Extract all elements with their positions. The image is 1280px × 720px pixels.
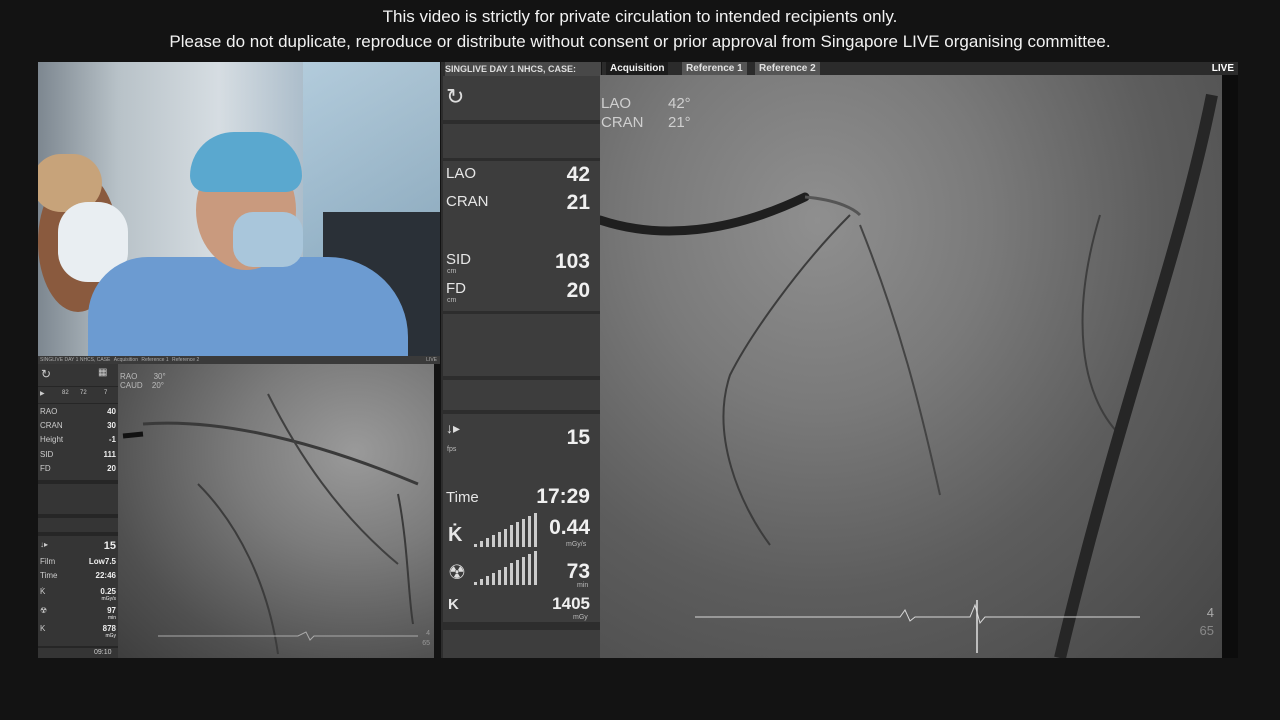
small-angiogram-vessels: [122, 393, 419, 655]
small-top-1: 82: [62, 390, 69, 396]
tab-reference-1[interactable]: Reference 1: [682, 62, 747, 75]
small-cran-value: 30: [107, 421, 116, 430]
small-angle-rao: RAO 30°: [120, 372, 166, 381]
lao-value: 42: [566, 163, 590, 186]
dose-rate-value: 0.44: [549, 516, 590, 539]
small-fluoro-icon: ☢: [40, 606, 48, 615]
dose-rate-label: K̇: [448, 524, 463, 546]
small-tab-reference-2[interactable]: Reference 2: [172, 357, 199, 363]
sid-label: SID: [446, 251, 472, 268]
main-frame-total: 65: [1199, 623, 1214, 638]
tab-acquisition[interactable]: Acquisition: [606, 62, 669, 75]
main-angiogram-view[interactable]: LAO 42° CRAN 21° 4 65: [600, 75, 1222, 658]
small-film-value: Low7.5: [88, 557, 116, 566]
fd-label: FD: [446, 280, 466, 297]
center-panel-title: SINGLIVE DAY 1 NHCS, CASE:: [445, 62, 601, 76]
small-dose-rate-value: 0.25: [100, 587, 116, 596]
small-clock: 09:10: [94, 649, 112, 656]
small-sid-value: 111: [103, 450, 116, 459]
tab-reference-2[interactable]: Reference 2: [755, 62, 820, 75]
main-frame-num: 4: [1206, 605, 1214, 620]
operator-camera-feed: [38, 62, 440, 356]
fps-icon: ↓▸: [446, 420, 461, 436]
small-fps-value: 15: [103, 540, 116, 552]
small-sid-label: SID: [40, 450, 54, 459]
time-value: 17:29: [536, 485, 590, 508]
fps-value: 15: [566, 426, 590, 449]
small-fluoro-unit: min: [107, 615, 116, 621]
refresh-icon: ↻: [41, 367, 52, 381]
fd-value: 20: [566, 279, 590, 302]
main-view-tabs: Acquisition Reference 1 Reference 2 LIVE: [602, 62, 1238, 75]
grid-icon: ▦: [98, 367, 108, 378]
small-frame-total: 65: [422, 640, 430, 647]
refresh-icon: ↻: [446, 84, 465, 109]
small-angle-caud-value: 20°: [151, 381, 165, 390]
small-top-2: 72: [80, 390, 87, 396]
small-tab-acquisition[interactable]: Acquisition: [114, 357, 138, 363]
lao-label: LAO: [446, 165, 477, 182]
small-fps-icon: ↓▸: [40, 540, 49, 549]
small-height-value: -1: [108, 435, 116, 444]
play-icon: ▶: [40, 391, 45, 397]
main-angle-cran-label: CRAN: [601, 114, 644, 131]
fps-unit: fps: [447, 446, 457, 453]
main-angiogram-vessels: [600, 93, 1218, 658]
small-status-panel: ↻ ▦ ▶ 82 72 7 RAO 40 CRAN 30 Height -1 SID 1…: [38, 364, 118, 658]
small-rao-value: 40: [107, 407, 116, 416]
small-tab-reference-1[interactable]: Reference 1: [141, 357, 168, 363]
small-angle-rao-value: 30°: [153, 372, 166, 381]
small-angle-caud: CAUD 20°: [120, 381, 164, 390]
small-dose-rate-unit: mGy/s: [101, 596, 116, 602]
sid-value: 103: [554, 250, 590, 273]
small-fd-value: 20: [107, 464, 116, 473]
small-view-title: SINGLIVE DAY 1 NHCS, CASE: [40, 357, 111, 363]
fluoro-time-value: 73: [566, 560, 590, 583]
small-k-value: 878: [102, 624, 116, 633]
disclaimer-line-1: This video is strictly for private circu…: [382, 7, 898, 26]
small-time-value: 22:46: [95, 571, 116, 580]
cran-value: 21: [566, 191, 590, 214]
small-film-label: Film: [40, 557, 56, 566]
small-fd-label: FD: [40, 464, 51, 473]
small-view-header: SINGLIVE DAY 1 NHCS, CASE Acquisition Re…: [38, 356, 440, 364]
air-kerma-label: K: [448, 596, 459, 613]
small-dose-rate-icon: K̇: [40, 587, 46, 596]
live-badge: LIVE: [1211, 63, 1234, 74]
small-rao-label: RAO: [40, 407, 58, 416]
disclaimer-banner: This video is strictly for private circu…: [0, 4, 1280, 54]
small-height-label: Height: [40, 435, 64, 444]
fd-unit: cm: [447, 297, 457, 304]
small-k-unit: mGy: [105, 633, 116, 639]
small-fluoro-value: 97: [107, 606, 116, 615]
small-angiogram-view[interactable]: RAO 30° CAUD 20° 4 65: [118, 364, 434, 658]
cran-label: CRAN: [446, 193, 489, 210]
small-cran-label: CRAN: [40, 421, 63, 430]
small-k-label: K: [40, 624, 46, 633]
small-top-3: 7: [104, 390, 108, 396]
air-kerma-value: 1405: [552, 594, 590, 613]
small-angle-rao-label: RAO: [120, 372, 138, 381]
small-angle-caud-label: CAUD: [120, 381, 143, 390]
small-time-label: Time: [40, 571, 58, 580]
small-live-badge: LIVE: [426, 357, 437, 363]
fluoro-time-unit: min: [577, 582, 589, 589]
main-angle-lao-value: 42°: [668, 95, 691, 112]
air-kerma-unit: mGy: [573, 614, 588, 621]
time-label: Time: [446, 489, 479, 506]
disclaimer-line-2: Please do not duplicate, reproduce or di…: [169, 32, 1111, 51]
sid-unit: cm: [447, 268, 457, 275]
main-angle-lao-label: LAO: [601, 95, 632, 112]
dose-rate-unit: mGy/s: [566, 541, 587, 548]
main-angle-cran-value: 21°: [668, 114, 691, 131]
fluoro-time-icon: ☢: [448, 562, 466, 584]
main-view-border: [1222, 75, 1238, 658]
small-frame-num: 4: [426, 630, 430, 637]
